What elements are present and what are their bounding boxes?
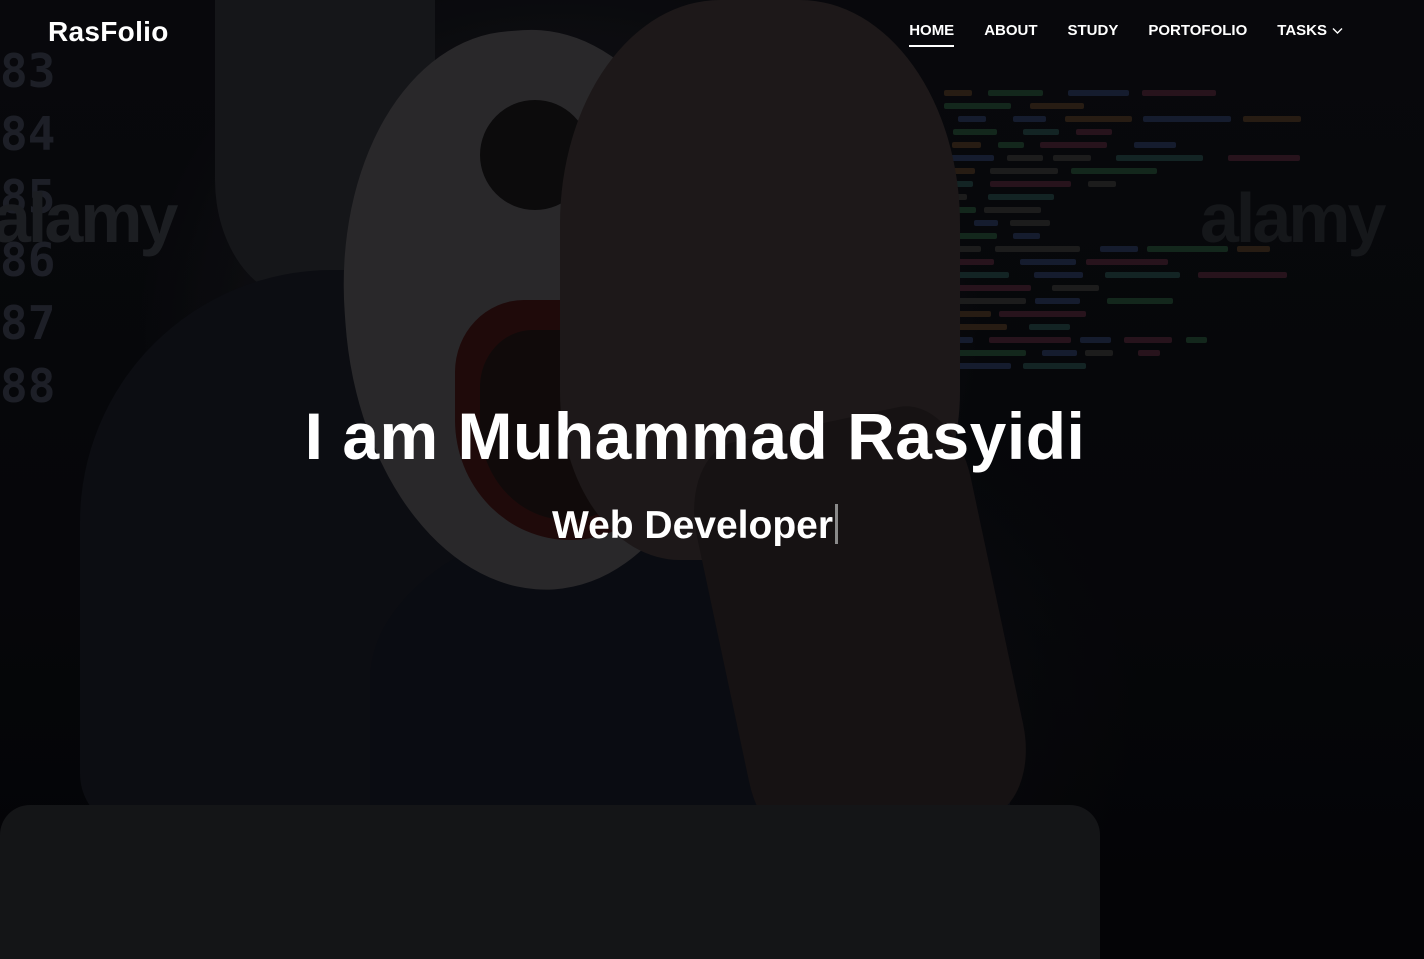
hero-subtitle-container: Web Developer: [0, 502, 1390, 550]
nav-item-about[interactable]: ABOUT: [984, 22, 1037, 47]
nav-item-study[interactable]: STUDY: [1068, 22, 1119, 47]
nav-item-home[interactable]: HOME: [909, 22, 955, 47]
site-logo[interactable]: RasFolio: [48, 16, 169, 48]
hero-section: 83 84 85 86 87 88 alamy alamy RasFolio HOME A…: [0, 0, 1424, 959]
hero-text-block: I am Muhammad Rasyidi Web Developer: [0, 396, 1390, 550]
nav-item-portofolio[interactable]: PORTOFOLIO: [1148, 22, 1247, 47]
nav-item-label: ABOUT: [984, 22, 1038, 39]
nav-item-label: PORTOFOLIO: [1148, 22, 1248, 39]
chevron-down-icon: [1332, 28, 1343, 34]
nav-item-label: HOME: [909, 22, 955, 39]
hero-subtitle: Web Developer: [551, 504, 834, 547]
nav-item-label: TASKS: [1277, 22, 1327, 39]
nav-item-label: STUDY: [1067, 22, 1119, 39]
typing-cursor: [835, 504, 839, 544]
nav-item-tasks-dropdown[interactable]: TASKS: [1277, 22, 1344, 47]
hero-title: I am Muhammad Rasyidi: [304, 399, 1086, 473]
site-header: RasFolio HOME ABOUT STUDY PORTOFOLIO TAS…: [0, 0, 1424, 68]
main-navigation: HOME ABOUT STUDY PORTOFOLIO TASKS: [909, 22, 1344, 47]
